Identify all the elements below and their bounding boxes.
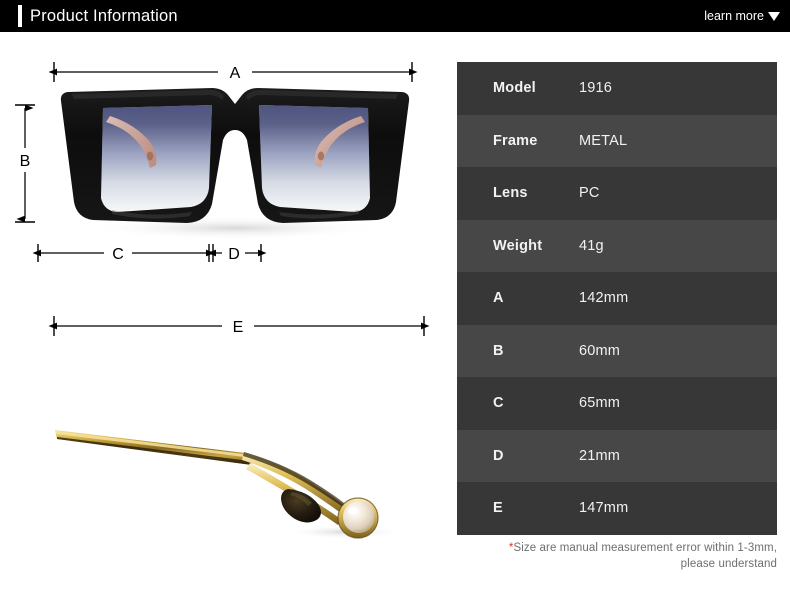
- table-row: Model 1916: [457, 62, 777, 115]
- chevron-down-icon: [768, 12, 780, 21]
- spec-value: 21mm: [579, 447, 621, 464]
- pearl-specular-highlight: [348, 507, 358, 515]
- dimension-line-d: D: [207, 244, 267, 263]
- table-row: C 65mm: [457, 377, 777, 430]
- dimension-line-b: B: [15, 104, 35, 223]
- table-row: Weight 41g: [457, 219, 777, 272]
- table-row: A 142mm: [457, 272, 777, 325]
- spec-key: E: [493, 500, 503, 517]
- spec-key: B: [493, 342, 504, 359]
- dimension-line-e: E: [48, 316, 430, 336]
- table-row: B 60mm: [457, 324, 777, 377]
- table-row: Frame METAL: [457, 114, 777, 167]
- spec-value: 142mm: [579, 290, 629, 307]
- learn-more-label: learn more: [704, 9, 764, 23]
- spec-key: Model: [493, 80, 536, 97]
- left-hinge-detail: [146, 151, 154, 161]
- product-diagram-panel: A B C D E: [0, 32, 450, 599]
- spec-key: A: [493, 290, 504, 307]
- table-row: E 147mm: [457, 482, 777, 535]
- learn-more-button[interactable]: learn more: [704, 7, 780, 25]
- specification-table: Model 1916 Frame METAL Lens PC Weight 41…: [457, 62, 777, 535]
- spec-value: 41g: [579, 237, 604, 254]
- page-title: Product Information: [30, 7, 178, 25]
- spec-value: METAL: [579, 132, 628, 149]
- temple-shaft-highlight: [56, 431, 245, 457]
- dimension-line-c: C: [32, 244, 215, 263]
- spec-value: 65mm: [579, 395, 621, 412]
- spec-key: C: [493, 395, 504, 412]
- spec-key: D: [493, 447, 504, 464]
- spec-value: 147mm: [579, 500, 629, 517]
- sunglasses-dimension-diagram: A B C D E: [15, 62, 430, 539]
- table-row: D 21mm: [457, 429, 777, 482]
- header-accent-bar: [18, 5, 22, 27]
- measurement-disclaimer: *Size are manual measurement error withi…: [437, 540, 777, 572]
- dimension-label-b: B: [20, 153, 31, 170]
- sunglasses-temple-side-view: [55, 430, 403, 539]
- product-information-page: Product Information learn more A B C D E…: [0, 0, 790, 599]
- dimension-label-a: A: [230, 65, 241, 82]
- disclaimer-line-2: please understand: [680, 558, 777, 570]
- spec-key: Weight: [493, 237, 543, 254]
- pearl-bead: [343, 501, 375, 533]
- spec-key: Frame: [493, 132, 538, 149]
- table-row: Lens PC: [457, 167, 777, 220]
- spec-key: Lens: [493, 185, 528, 202]
- dimension-line-a: A: [48, 62, 418, 82]
- sunglasses-front-view: [60, 88, 410, 223]
- right-hinge-detail: [317, 151, 325, 161]
- dimension-label-d: D: [228, 246, 240, 263]
- spec-value: PC: [579, 185, 600, 202]
- dimension-label-e: E: [233, 319, 244, 336]
- dimension-label-c: C: [112, 246, 124, 263]
- header-bar: Product Information learn more: [0, 0, 790, 32]
- spec-value: 60mm: [579, 342, 621, 359]
- disclaimer-line-1: Size are manual measurement error within…: [513, 542, 777, 554]
- spec-value: 1916: [579, 80, 613, 97]
